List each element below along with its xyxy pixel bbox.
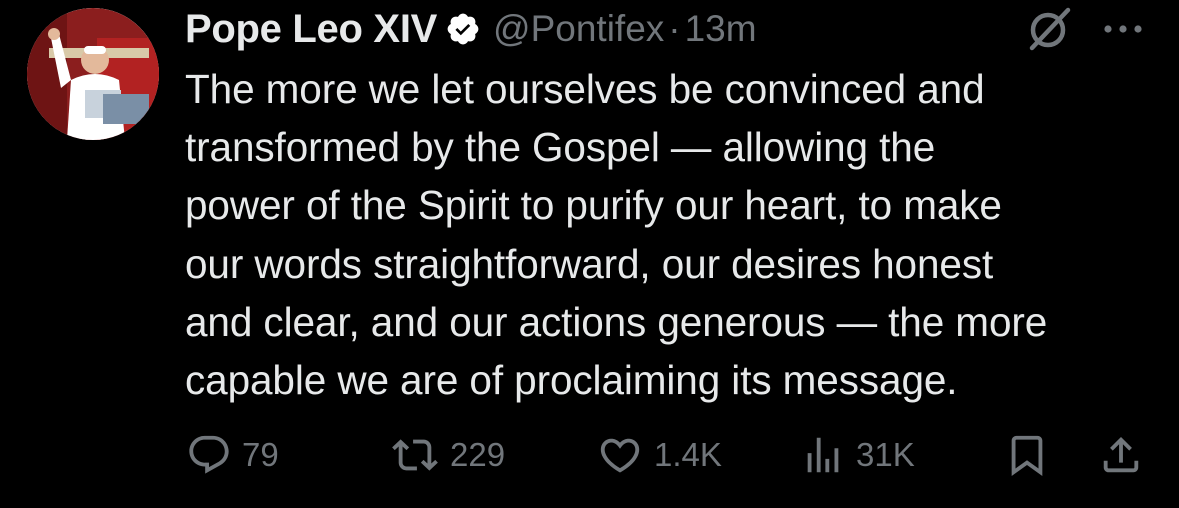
views-button[interactable]: 31K [800, 428, 915, 482]
reply-count: 79 [242, 436, 279, 473]
tweet[interactable]: Pope Leo XIV @Pontifex · 13m The more we… [0, 0, 1179, 508]
tweet-text-line: and clear, and our actions generous — th… [185, 298, 1048, 345]
retweet-count: 229 [450, 436, 506, 473]
author-name[interactable]: Pope Leo XIV [185, 7, 437, 52]
tweet-text-line: power of the Spirit to purify our heart,… [185, 182, 1002, 229]
heart-icon [600, 438, 640, 473]
like-button[interactable]: 1.4K [596, 428, 722, 482]
views-count: 31K [856, 436, 915, 473]
tweet-text-line: our words straightforward, our desires h… [185, 240, 994, 287]
reply-button[interactable]: 79 [186, 428, 279, 482]
tweet-text-line: capable we are of proclaiming its messag… [185, 357, 958, 404]
tweet-text-line: The more we let ourselves be convinced a… [185, 66, 985, 112]
retweet-button[interactable]: 229 [390, 428, 505, 482]
separator-dot: · [668, 8, 681, 49]
tweet-text: The more we let ourselves be convinced a… [185, 60, 1160, 409]
tweet-text-line: transformed by the Gospel — allowing the [185, 124, 936, 171]
share-button[interactable] [1098, 428, 1144, 482]
analytics-icon [807, 437, 839, 473]
retweet-icon [392, 439, 438, 471]
bookmark-icon [1011, 435, 1043, 476]
like-count: 1.4K [654, 436, 722, 473]
bookmark-button[interactable] [1004, 428, 1050, 482]
reply-icon [189, 435, 229, 474]
timestamp[interactable]: 13m [685, 8, 757, 50]
verified-badge-icon [445, 11, 481, 47]
action-bar: 79 229 1.4K 31K [0, 428, 1179, 482]
avatar[interactable] [27, 8, 159, 140]
share-icon [1103, 436, 1139, 473]
tweet-header: Pope Leo XIV @Pontifex · 13m [185, 4, 757, 54]
grok-icon[interactable] [1024, 6, 1074, 52]
more-icon[interactable] [1098, 14, 1148, 44]
author-handle[interactable]: @Pontifex [493, 8, 664, 50]
avatar-photo [27, 8, 159, 140]
